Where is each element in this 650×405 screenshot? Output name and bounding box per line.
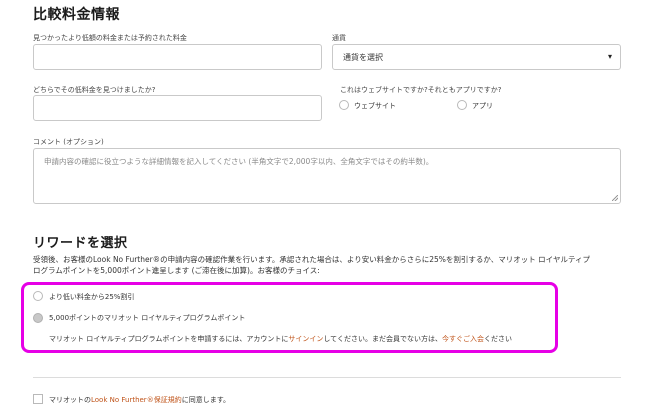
comment-label: コメント (オプション) <box>33 138 104 146</box>
radio-discount[interactable] <box>33 291 43 301</box>
reward-description-line1: 受領後、お客様のLook No Further®の申請内容の確認作業を行います。… <box>33 255 590 264</box>
radio-points-label: 5,000ポイントのマリオット ロイヤルティプログラムポイント <box>49 314 246 322</box>
signin-prefix: マリオット ロイヤルティプログラムポイントを申請するには、アカウントに <box>49 335 289 343</box>
currency-select[interactable]: 通貨を選択 ▾ <box>332 44 621 70</box>
resize-handle-icon[interactable] <box>612 195 618 201</box>
reward-description-line2: ログラムポイントを5,000ポイント進呈します (ご滞在後に加算)。お客様のチョ… <box>33 266 320 275</box>
radio-points[interactable] <box>33 313 43 323</box>
radio-website-label: ウェブサイト <box>354 102 396 110</box>
currency-select-value: 通貨を選択 <box>343 53 383 62</box>
chevron-down-icon: ▾ <box>607 52 612 61</box>
where-found-input[interactable] <box>33 95 322 121</box>
site-or-app-label: これはウェブサイトですか?それともアプリですか? <box>340 86 502 94</box>
reward-description: 受領後、お客様のLook No Further®の申請内容の確認作業を行います。… <box>33 254 633 276</box>
terms-prefix: マリオットの <box>49 396 91 404</box>
price-label: 見つかったより低額の料金または予約された料金 <box>33 34 187 42</box>
terms-suffix: に同意します。 <box>181 396 231 404</box>
section-divider <box>33 377 621 378</box>
price-input[interactable] <box>33 44 322 70</box>
radio-app[interactable] <box>457 100 467 110</box>
signin-link[interactable]: サインイン <box>288 335 323 343</box>
signin-message: マリオット ロイヤルティプログラムポイントを申請するには、アカウントにサインイン… <box>49 334 512 344</box>
signin-suffix: ください <box>483 335 512 343</box>
terms-checkbox[interactable] <box>33 394 43 404</box>
currency-label: 通貨 <box>332 34 346 42</box>
radio-app-label: アプリ <box>472 102 493 110</box>
reward-section-title: リワードを選択 <box>33 236 128 251</box>
signin-middle: してください。まだ会員でない方は、 <box>323 335 442 343</box>
terms-link[interactable]: Look No Further®保証規約 <box>91 396 182 404</box>
where-found-label: どちらでその低料金を見つけましたか? <box>33 86 156 94</box>
radio-website[interactable] <box>339 100 349 110</box>
comment-placeholder: 申請内容の確認に役立つような詳細情報を記入してください (半角文字で2,000字… <box>44 157 434 166</box>
join-now-link[interactable]: 今すぐご入会 <box>442 335 484 343</box>
compare-section-title: 比較料金情報 <box>33 7 120 23</box>
terms-label: マリオットのLook No Further®保証規約に同意します。 <box>49 395 230 405</box>
comment-textarea[interactable]: 申請内容の確認に役立つような詳細情報を記入してください (半角文字で2,000字… <box>33 148 621 204</box>
radio-discount-label: より低い料金から25%割引 <box>49 293 135 301</box>
